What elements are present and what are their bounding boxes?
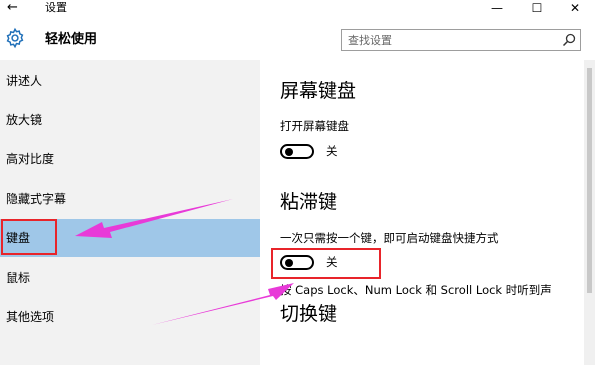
scrollbar-thumb[interactable] [587,68,592,293]
back-arrow-icon[interactable]: ← [7,0,18,16]
sidebar-item-closed-captions[interactable]: 隐藏式字幕 [0,180,260,218]
window-title: 设置 [45,1,67,14]
gear-icon [6,27,24,49]
close-button[interactable]: ✕ [565,0,585,16]
page-header: 轻松使用 [0,18,595,60]
sticky-toggle-highlight-box [271,248,381,279]
sidebar: 讲述人 放大镜 高对比度 隐藏式字幕 键盘 鼠标 其他选项 [0,60,260,365]
sidebar-item-other-options[interactable]: 其他选项 [0,298,260,336]
search-icon[interactable] [561,32,577,48]
toggle-knob [285,148,293,156]
maximize-button[interactable]: ☐ [527,0,547,16]
minimize-button[interactable]: — [487,0,507,16]
on-screen-keyboard-label: 打开屏幕键盘 [280,119,349,133]
keyboard-highlight-box [1,219,57,255]
main-content: 屏幕键盘 打开屏幕键盘 关 粘滞键 一次只需按一个键，即可启动键盘快捷方式 关 … [260,60,585,365]
on-screen-keyboard-state: 关 [326,144,338,158]
section-title-toggle-keys: 切换键 [280,303,338,325]
search-box[interactable] [341,29,581,51]
sidebar-item-magnifier[interactable]: 放大镜 [0,101,260,139]
sidebar-item-narrator[interactable]: 讲述人 [0,62,260,100]
toggle-keys-description: 按 Caps Lock、Num Lock 和 Scroll Lock 时听到声 [280,283,552,297]
sidebar-item-mouse[interactable]: 鼠标 [0,259,260,297]
sticky-keys-label: 一次只需按一个键，即可启动键盘快捷方式 [280,231,499,245]
section-title-sticky-keys: 粘滞键 [280,191,338,213]
search-input[interactable] [348,32,553,48]
section-title-on-screen-keyboard: 屏幕键盘 [280,80,357,102]
title-bar: ← 设置 — ☐ ✕ [0,0,595,18]
page-title: 轻松使用 [45,32,98,47]
sidebar-item-high-contrast[interactable]: 高对比度 [0,140,260,178]
on-screen-keyboard-toggle[interactable] [280,144,314,159]
